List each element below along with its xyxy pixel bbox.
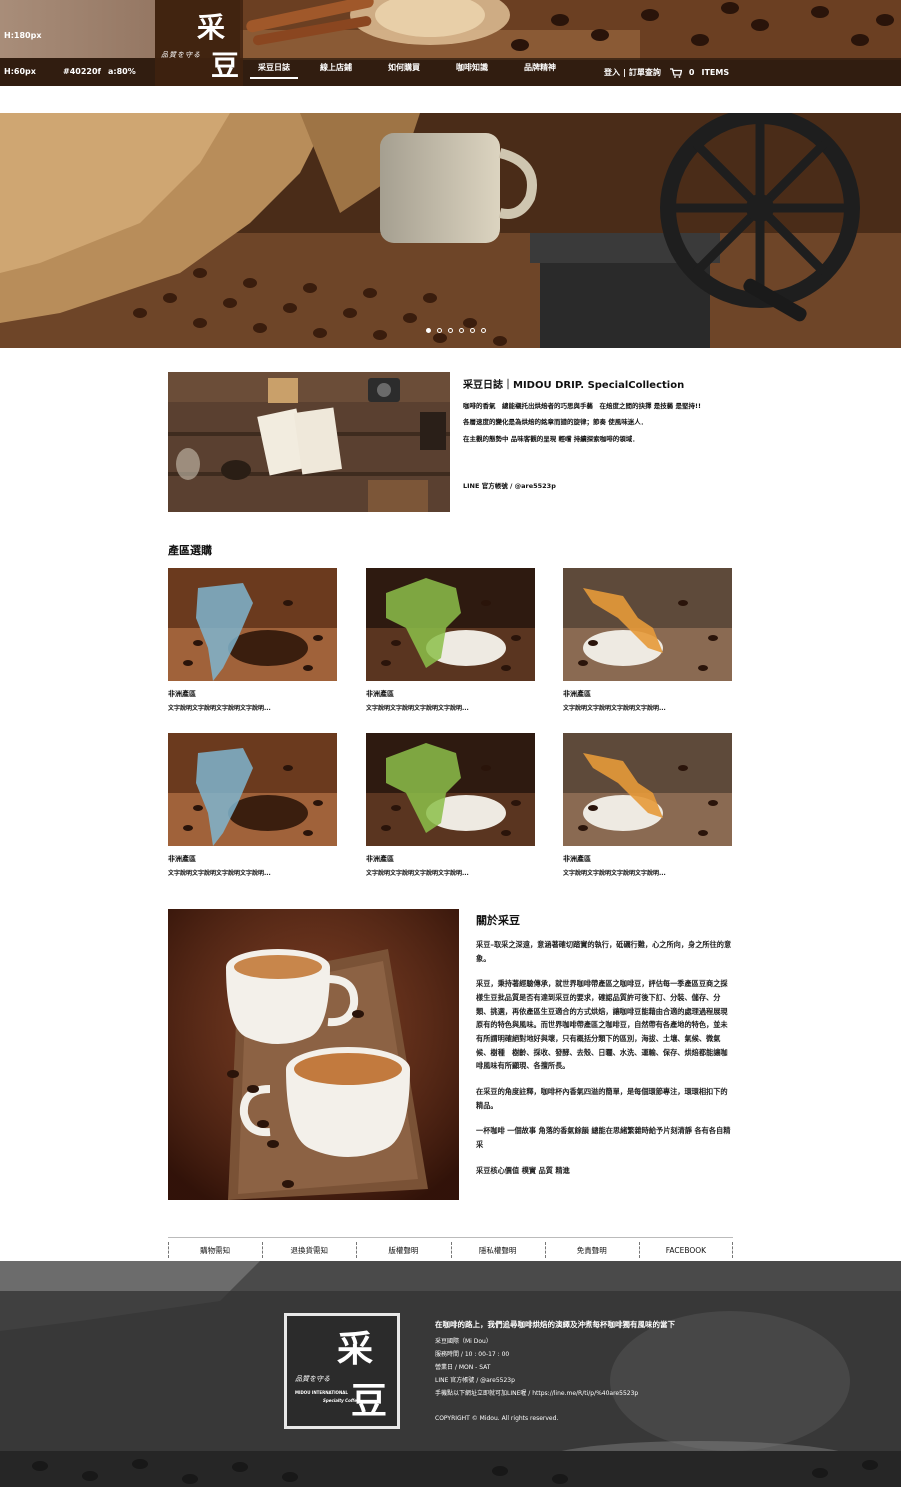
region-card-image[interactable] xyxy=(563,568,732,681)
header-account: 登入 | 訂單查詢 0 ITEMS xyxy=(604,67,729,78)
region-card-name[interactable]: 非洲產區 xyxy=(563,689,732,699)
orders-link[interactable]: 訂單查詢 xyxy=(629,67,661,78)
about-paragraph: 一杯咖啡 一個故事 角落的香氣餘韻 總能在思緒繁雜時給予片刻清靜 各有各自精采 xyxy=(476,1126,731,1150)
region-card-image[interactable] xyxy=(563,733,732,846)
line-account[interactable]: LINE 官方帳號 / @are5523p xyxy=(463,480,556,490)
nav-item-journal[interactable]: 采豆日誌 xyxy=(250,62,298,79)
region-card-name[interactable]: 非洲產區 xyxy=(563,854,732,864)
footer-logo-char-1: 采 xyxy=(337,1328,374,1370)
nav-item-coffee-knowledge[interactable]: 咖啡知識 xyxy=(454,62,490,79)
about-image xyxy=(168,909,459,1200)
journal-intro: 采豆日誌｜MIDOU DRIP. SpecialCollection 咖啡的香氣… xyxy=(463,376,738,490)
about-paragraph: 采豆核心價值 樸實 品質 精進 xyxy=(476,1165,570,1175)
carousel-dot[interactable] xyxy=(481,328,486,333)
footer-hours: 服務時間 / 10 : 00-17 : 00 xyxy=(435,1351,510,1358)
region-card-image[interactable] xyxy=(168,733,337,846)
region-card-desc: 文字說明文字說明文字說明文字說明... xyxy=(563,870,666,877)
footer-days: 營業日 / MON - SAT xyxy=(435,1364,491,1371)
logo-char-1: 采 xyxy=(197,11,226,44)
footer-link-shopping-info[interactable]: 購物需知 xyxy=(168,1238,262,1261)
main-nav: 采豆日誌 線上店鋪 如何購買 咖啡知識 品牌精神 xyxy=(250,62,558,79)
footer-logo-tagline: 品質を守る xyxy=(295,1375,330,1383)
logo-char-2: 豆 xyxy=(211,49,240,82)
regions-title: 產區選購 xyxy=(168,544,212,557)
footer-logo[interactable]: 采 豆 品質を守る MIDOU INTERNATIONAL Specialty … xyxy=(284,1313,400,1429)
region-card-name[interactable]: 非洲產區 xyxy=(366,689,535,699)
region-card[interactable]: 非洲產區文字說明文字說明文字說明文字說明... xyxy=(563,568,732,712)
about-section: 關於采豆 采豆–取采之深遠，意涵著確切踏實的執行，砥礪行難，心之所向，身之所往的… xyxy=(476,912,734,1189)
site-header: H:180px H:60px #40220f a:80% 采 豆 品質を守る 采… xyxy=(0,0,901,86)
journal-paragraph: 咖啡的香氣 總能襯托出烘焙者的巧思與手藝 在焙度之間的抉擇 是技藝 是堅持!! xyxy=(463,402,701,410)
region-card-name[interactable]: 非洲產區 xyxy=(366,854,535,864)
region-card-name[interactable]: 非洲產區 xyxy=(168,854,337,864)
footer-links: 購物需知 退換貨需知 版權聲明 隱私權聲明 免責聲明 FACEBOOK xyxy=(168,1237,734,1261)
annotation-alpha: a:80% xyxy=(108,67,136,76)
logo-tagline: 品質を守る xyxy=(161,51,201,59)
carousel-dot[interactable] xyxy=(448,328,453,333)
journal-title: 采豆日誌｜MIDOU DRIP. SpecialCollection xyxy=(463,380,685,391)
region-card-desc: 文字說明文字說明文字說明文字說明... xyxy=(366,705,469,712)
footer-link-returns[interactable]: 退換貨需知 xyxy=(262,1238,356,1261)
region-card[interactable]: 非洲產區文字說明文字說明文字說明文字說明... xyxy=(366,568,535,712)
region-card-image[interactable] xyxy=(366,568,535,681)
footer-info: 在咖啡的路上，我們追尋咖啡烘焙的演繹及沖煮每杯咖啡獨有風味的當下 采豆國際（Mi… xyxy=(435,1319,675,1422)
cart-count: 0 xyxy=(688,68,695,77)
region-card-name[interactable]: 非洲產區 xyxy=(168,689,337,699)
journal-paragraph: 在主觀的態勢中 品味客觀的呈現 輕嚐 持續探索咖啡的領域． xyxy=(463,434,639,443)
annotation-bar-height: H:60px xyxy=(4,67,36,76)
region-card-image[interactable] xyxy=(168,568,337,681)
footer-link-disclaimer[interactable]: 免責聲明 xyxy=(544,1238,639,1261)
region-card-desc: 文字說明文字說明文字說明文字說明... xyxy=(563,705,666,712)
nav-item-how-to-buy[interactable]: 如何購買 xyxy=(386,62,422,79)
footer-line-link[interactable]: 手機點以下網址立即就可加LINE喔 / https://line.me/R/ti… xyxy=(435,1388,675,1397)
footer-logo-sub: MIDOU INTERNATIONAL xyxy=(295,1390,348,1395)
cart-label: ITEMS xyxy=(701,68,730,77)
footer-link-copyright[interactable]: 版權聲明 xyxy=(356,1238,450,1261)
region-card[interactable]: 非洲產區文字說明文字說明文字說明文字說明... xyxy=(168,733,337,877)
site-logo[interactable]: 采 豆 品質を守る xyxy=(155,0,243,86)
nav-item-shop[interactable]: 線上店鋪 xyxy=(318,62,354,79)
cart-icon[interactable] xyxy=(669,67,682,78)
region-card-desc: 文字說明文字說明文字說明文字說明... xyxy=(168,870,271,877)
annotation-color: #40220f xyxy=(63,67,102,76)
footer-company: 采豆國際（Mi Dou） xyxy=(435,1338,492,1345)
site-footer: 采 豆 品質を守る MIDOU INTERNATIONAL Specialty … xyxy=(0,1261,901,1487)
region-card-image[interactable] xyxy=(366,733,535,846)
about-paragraph: 在采豆的角度註釋，咖啡杯內香氣四溢的簡單，是每個環節專注，環環相扣下的精品。 xyxy=(476,1087,728,1110)
footer-copyright: COPYRIGHT © Midou. All rights reserved. xyxy=(435,1415,559,1422)
about-title: 關於采豆 xyxy=(476,914,520,927)
carousel-dot[interactable] xyxy=(459,328,464,333)
login-link[interactable]: 登入 xyxy=(604,67,620,78)
carousel-dot[interactable] xyxy=(470,328,475,333)
footer-headline: 在咖啡的路上，我們追尋咖啡烘焙的演繹及沖煮每杯咖啡獨有風味的當下 xyxy=(435,1320,675,1329)
journal-image[interactable] xyxy=(168,372,450,512)
hero-carousel-dots xyxy=(426,328,486,333)
annotation-height: H:180px xyxy=(4,31,42,40)
region-card-desc: 文字說明文字說明文字說明文字說明... xyxy=(366,870,469,877)
region-card[interactable]: 非洲產區文字說明文字說明文字說明文字說明... xyxy=(563,733,732,877)
divider: | xyxy=(623,68,626,77)
nav-item-brand-spirit[interactable]: 品牌精神 xyxy=(522,62,558,79)
hero-banner xyxy=(0,113,901,348)
about-paragraph: 采豆–取采之深遠，意涵著確切踏實的執行，砥礪行難，心之所向，身之所往的意象。 xyxy=(476,940,732,963)
about-paragraph: 采豆，秉持著經驗傳承，就世界咖啡帶產區之咖啡豆，評估每一季產區豆商之採樣生豆批品… xyxy=(476,979,728,1071)
footer-link-facebook[interactable]: FACEBOOK xyxy=(638,1238,734,1261)
carousel-dot[interactable] xyxy=(437,328,442,333)
hero-photo xyxy=(0,113,901,348)
annotation-patch xyxy=(0,0,155,58)
region-card[interactable]: 非洲產區文字說明文字說明文字說明文字說明... xyxy=(366,733,535,877)
footer-line-account[interactable]: LINE 官方帳號 / @are5523p xyxy=(435,1375,675,1384)
footer-link-privacy[interactable]: 隱私權聲明 xyxy=(450,1238,545,1261)
region-card[interactable]: 非洲產區文字說明文字說明文字說明文字說明... xyxy=(168,568,337,712)
journal-paragraph: 各層速度的變化是為烘焙的銘章而譜的旋律；節奏 使風味迷人． xyxy=(463,418,648,427)
carousel-dot[interactable] xyxy=(426,328,431,333)
footer-logo-sub: Specialty Coffee xyxy=(323,1398,360,1403)
region-card-desc: 文字說明文字說明文字說明文字說明... xyxy=(168,705,271,712)
